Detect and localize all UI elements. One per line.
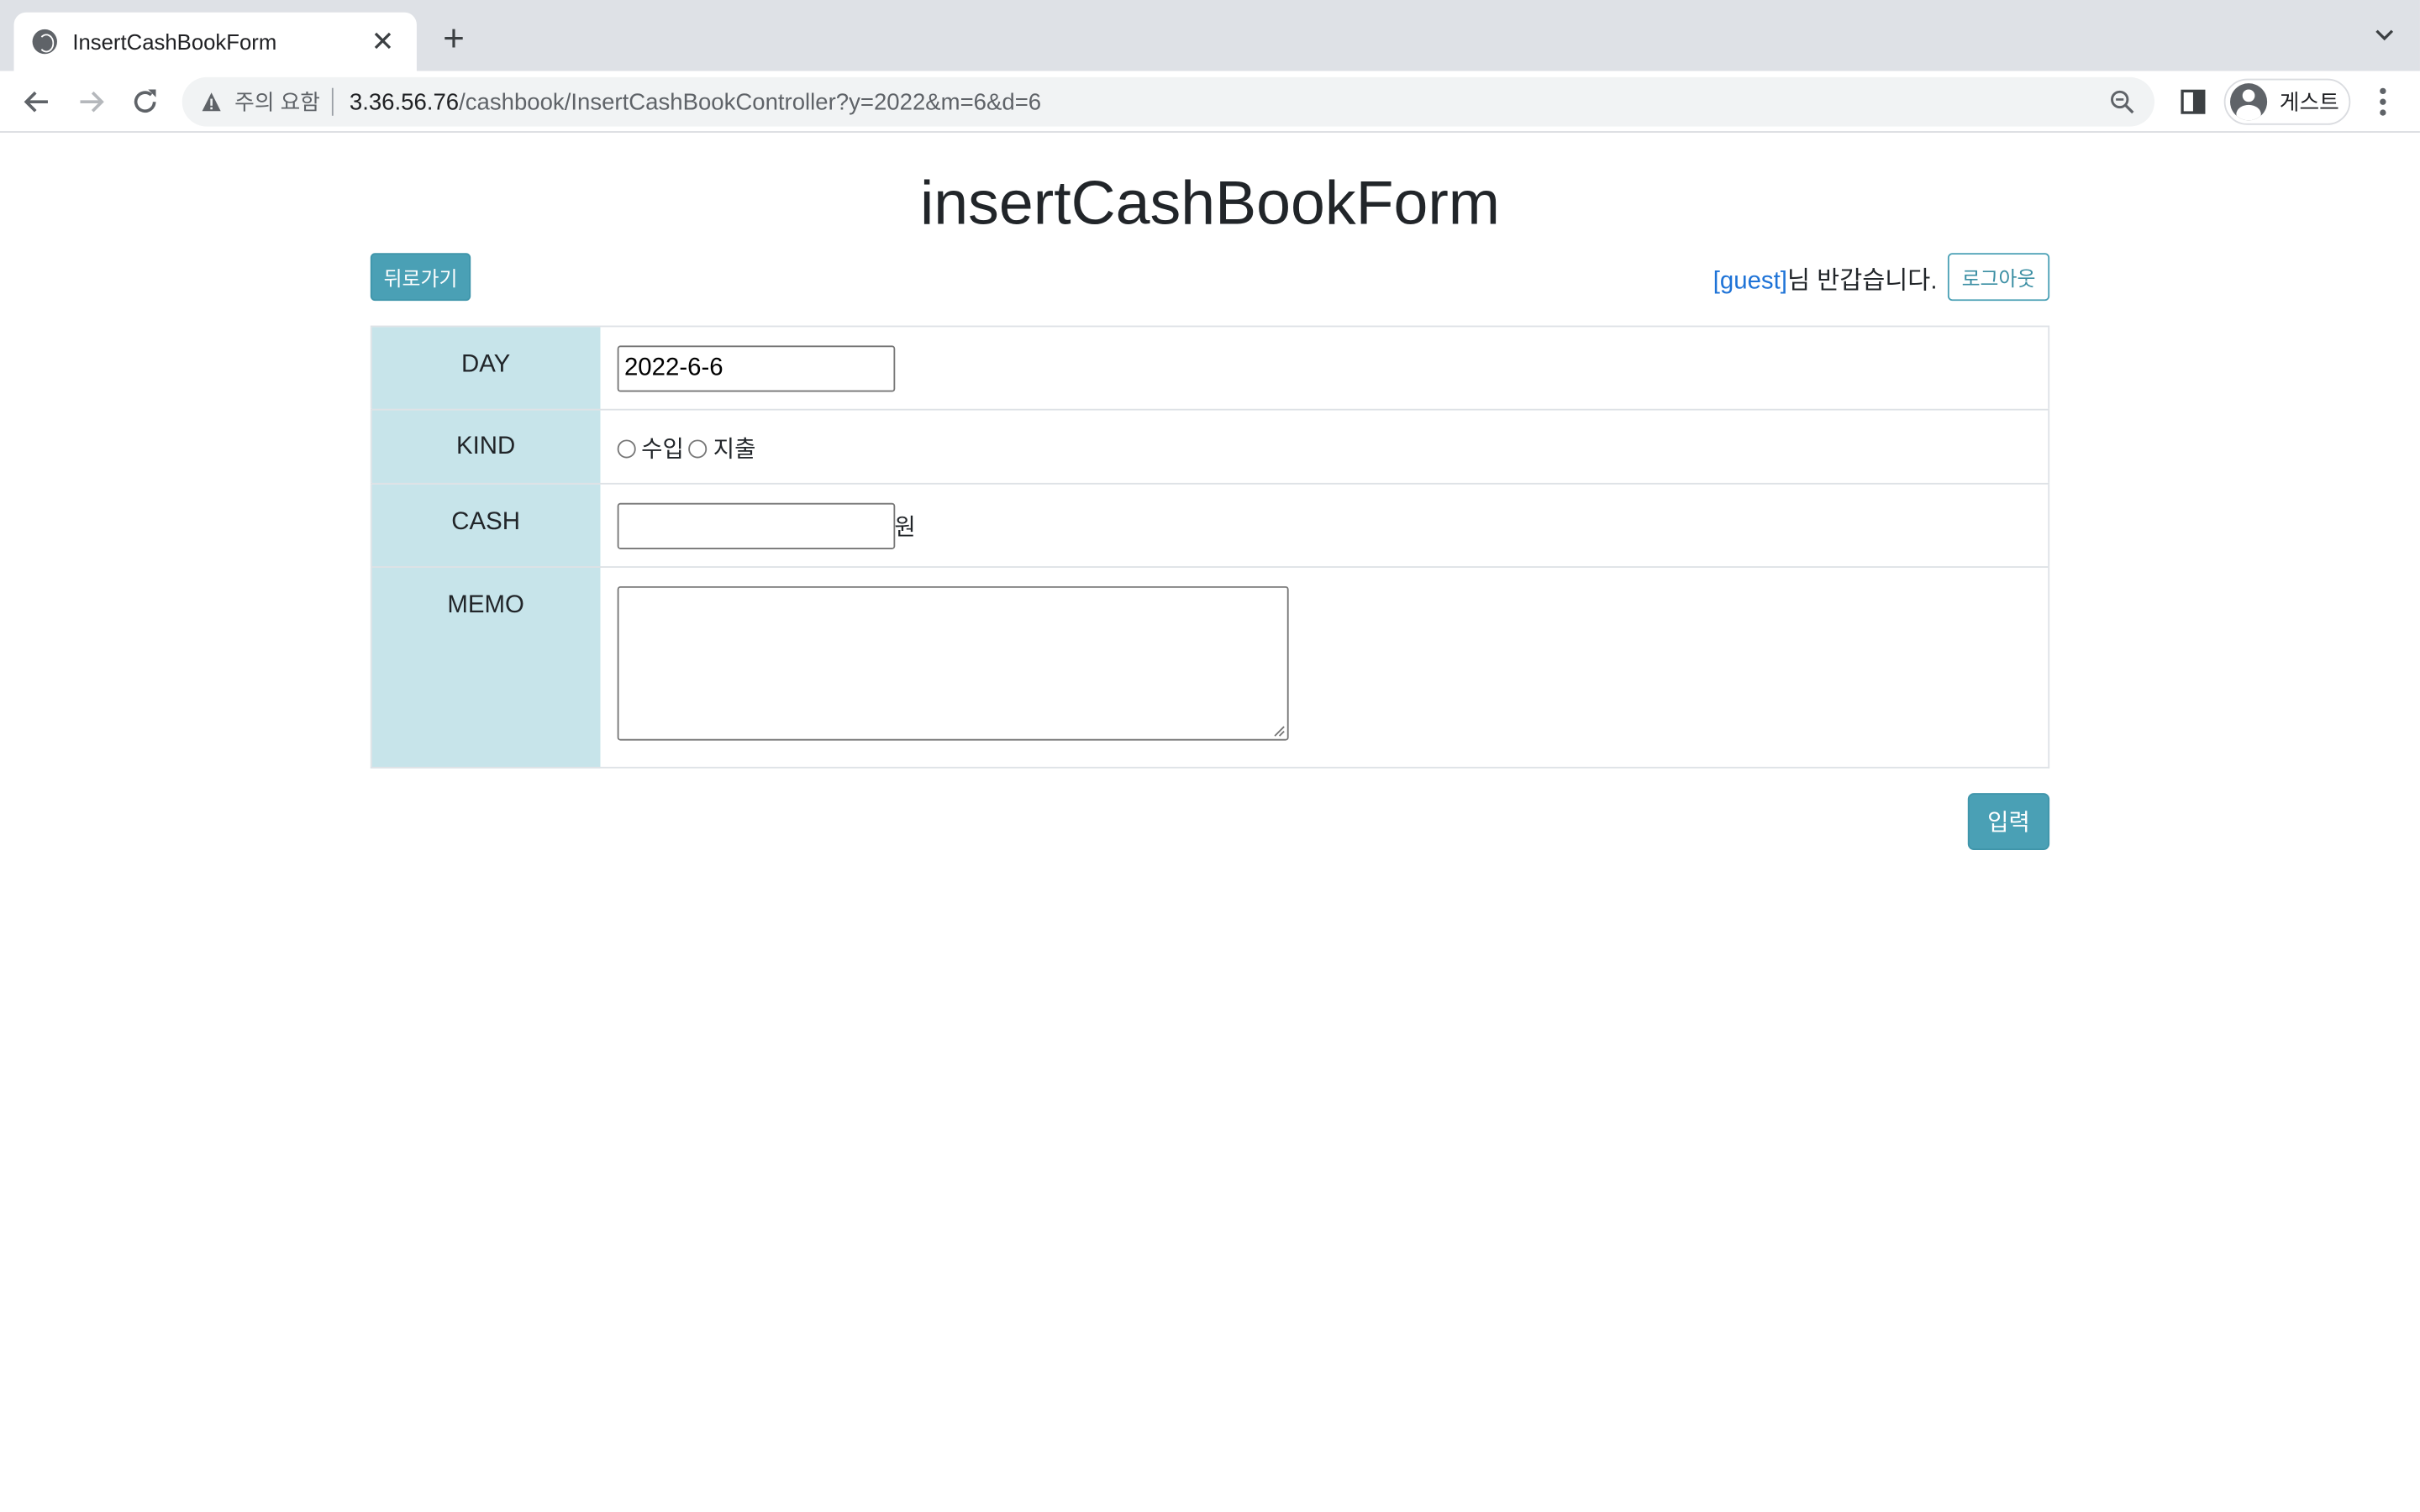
kind-radio-group: 수입 지출 — [616, 432, 2049, 465]
cash-unit: 원 — [894, 514, 916, 541]
kind-expense-label[interactable]: 지출 — [713, 432, 756, 465]
tab-close-icon[interactable]: ✕ — [367, 25, 398, 58]
browser-tab[interactable]: InsertCashBookForm ✕ — [13, 12, 417, 71]
zoom-icon[interactable] — [2108, 88, 2136, 116]
url-path: /cashbook/InsertCashBookController?y=202… — [459, 88, 1042, 115]
back-arrow-icon[interactable] — [18, 83, 55, 120]
profile-button[interactable]: 게스트 — [2223, 78, 2351, 125]
logout-button[interactable]: 로그아웃 — [1947, 253, 2050, 302]
cash-label: CASH — [371, 482, 600, 567]
avatar-icon — [2230, 83, 2268, 121]
page-content: insertCashBookForm 뒤로가기 [guest]님 반갑습니다. … — [0, 133, 2420, 1512]
url-host: 3.36.56.76 — [349, 88, 460, 115]
omnibox-divider — [332, 87, 334, 116]
form-row-cash: CASH 원 — [371, 482, 2049, 567]
submit-button[interactable]: 입력 — [1967, 793, 2050, 851]
greeting-suffix: 님 반갑습니다. — [1786, 268, 1938, 295]
back-button[interactable]: 뒤로가기 — [370, 253, 471, 302]
greeting-text: [guest]님 반갑습니다. — [1713, 260, 1938, 297]
greeting-user-link[interactable]: [guest] — [1713, 269, 1787, 295]
kebab-menu-icon[interactable] — [2370, 83, 2395, 120]
form-row-kind: KIND 수입 지출 — [371, 408, 2049, 484]
kind-income-radio[interactable] — [616, 438, 635, 458]
url-text[interactable]: 3.36.56.76/cashbook/InsertCashBookContro… — [350, 89, 2108, 115]
memo-textarea[interactable] — [616, 585, 1288, 741]
resize-grip-icon[interactable] — [1272, 725, 1285, 738]
browser-toolbar: 주의 요함 3.36.56.76/cashbook/InsertCashBook… — [0, 71, 2420, 133]
memo-label: MEMO — [371, 566, 600, 768]
forward-arrow-icon[interactable] — [72, 83, 109, 120]
cashbook-form-table: DAY 2022-6-6 KIND 수입 지출 CASH 원 MEMO — [370, 325, 2050, 769]
globe-icon — [32, 29, 57, 55]
kind-expense-radio[interactable] — [688, 438, 708, 458]
address-bar[interactable]: 주의 요함 3.36.56.76/cashbook/InsertCashBook… — [182, 76, 2155, 127]
cash-input[interactable] — [616, 502, 895, 549]
day-label: DAY — [371, 325, 600, 410]
form-row-day: DAY 2022-6-6 — [371, 325, 2049, 410]
tab-title: InsertCashBookForm — [72, 29, 277, 55]
kind-income-label[interactable]: 수입 — [641, 432, 684, 465]
tab-strip: InsertCashBookForm ✕ + — [0, 0, 2420, 71]
form-row-memo: MEMO — [371, 566, 2049, 768]
profile-label: 게스트 — [2279, 89, 2339, 114]
security-warning-text[interactable]: 주의 요함 — [234, 87, 320, 118]
warning-icon[interactable] — [201, 91, 223, 113]
new-tab-button[interactable]: + — [435, 19, 472, 60]
day-input[interactable]: 2022-6-6 — [616, 345, 895, 392]
kind-label: KIND — [371, 408, 600, 484]
chevron-down-icon[interactable] — [2374, 24, 2396, 46]
reload-icon[interactable] — [127, 83, 164, 120]
side-panel-icon[interactable] — [2179, 88, 2207, 116]
page-title: insertCashBookForm — [919, 170, 1500, 238]
